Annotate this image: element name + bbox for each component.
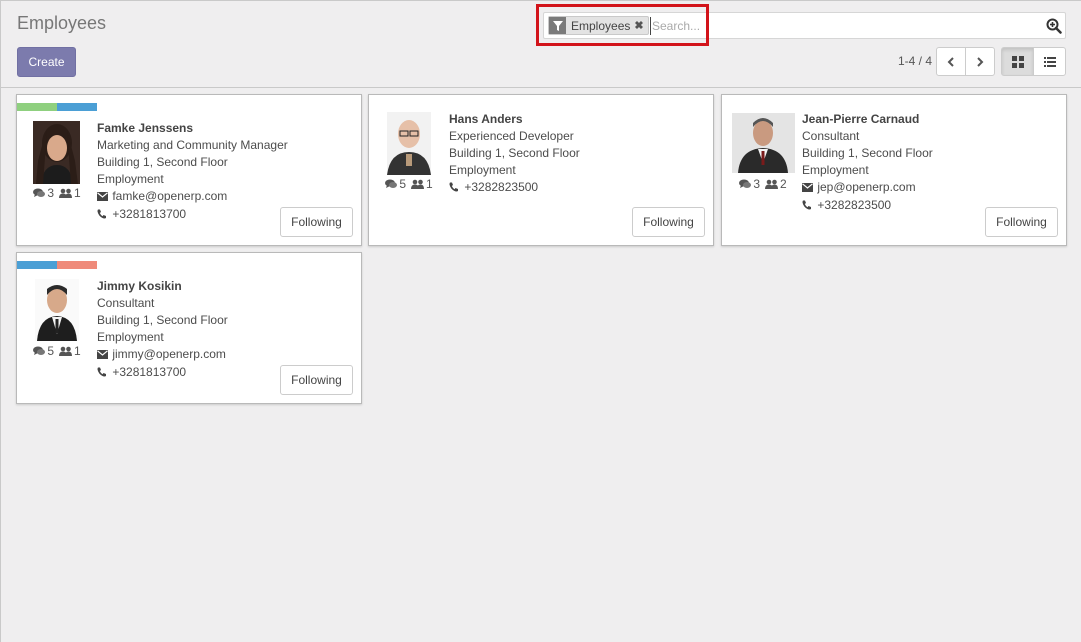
tag-list (17, 261, 97, 269)
users-icon (765, 179, 778, 189)
employee-card[interactable]: 5 1 Hans Anders Experienced Developer Bu… (368, 94, 714, 246)
employee-job: Consultant (97, 296, 155, 310)
employee-info: Jimmy Kosikin Consultant Building 1, Sec… (97, 278, 228, 382)
employee-email[interactable]: jep@openerp.com (817, 180, 915, 194)
employee-phone-row: +3282823500 (802, 197, 933, 215)
pager-value: 1-4 / 4 (898, 54, 933, 68)
users-icon (59, 346, 72, 356)
employee-phone-row: +3282823500 (449, 179, 580, 197)
employee-info: Jean-Pierre Carnaud Consultant Building … (802, 111, 933, 215)
phone-icon (97, 207, 109, 224)
message-count: 3 (47, 186, 54, 200)
pager-previous-button[interactable] (936, 47, 966, 76)
employee-location: Building 1, Second Floor (97, 313, 228, 327)
employee-info: Hans Anders Experienced Developer Buildi… (449, 111, 580, 197)
employee-card[interactable]: 3 2 Jean-Pierre Carnaud Consultant Build… (721, 94, 1067, 246)
employee-job: Consultant (802, 129, 860, 143)
users-icon (59, 188, 72, 198)
following-button[interactable]: Following (280, 207, 353, 237)
grid-icon (1011, 55, 1024, 68)
users-icon (411, 179, 424, 189)
comments-icon (385, 179, 398, 188)
chevron-left-icon (947, 56, 954, 67)
kanban-view-button[interactable] (1001, 47, 1034, 76)
employee-info: Famke Jenssens Marketing and Community M… (97, 120, 288, 224)
tag-color-blue[interactable] (17, 261, 57, 269)
employee-phone-row: +3281813700 (97, 206, 288, 224)
phone-icon (802, 198, 814, 215)
control-panel: Employees Create Employees ✖ 1-4 / 4 (1, 1, 1081, 88)
employee-location: Building 1, Second Floor (97, 155, 228, 169)
list-view-button[interactable] (1033, 47, 1066, 76)
employee-name[interactable]: Famke Jenssens (97, 120, 288, 137)
comments-icon (33, 188, 46, 197)
envelope-icon (97, 189, 109, 206)
tag-color-red[interactable] (57, 261, 97, 269)
employee-email-row: jep@openerp.com (802, 179, 933, 197)
employee-phone: +3281813700 (112, 207, 187, 221)
following-button[interactable]: Following (280, 365, 353, 395)
phone-icon (97, 365, 109, 382)
card-stats: 5 1 (25, 344, 89, 358)
follower-count: 1 (426, 177, 433, 191)
avatar (387, 112, 431, 175)
employee-email[interactable]: jimmy@openerp.com (112, 347, 226, 361)
employee-category: Employment (97, 172, 164, 186)
envelope-icon (97, 347, 109, 364)
message-count: 5 (399, 177, 406, 191)
message-count: 3 (753, 177, 760, 191)
message-count: 5 (47, 344, 54, 358)
employee-phone: +3281813700 (112, 365, 187, 379)
avatar (33, 121, 80, 184)
follower-count: 2 (780, 177, 787, 191)
employee-phone: +3282823500 (817, 198, 892, 212)
avatar (35, 279, 79, 341)
employee-name[interactable]: Jimmy Kosikin (97, 278, 228, 295)
avatar (732, 113, 795, 173)
follower-count: 1 (74, 186, 81, 200)
employee-phone-row: +3281813700 (97, 364, 228, 382)
card-stats: 3 2 (731, 177, 795, 191)
page-title: Employees (17, 13, 107, 33)
employee-job: Experienced Developer (449, 129, 574, 143)
search-highlight-box (536, 4, 709, 46)
following-button[interactable]: Following (632, 207, 705, 237)
create-button[interactable]: Create (17, 47, 76, 77)
employee-phone: +3282823500 (464, 180, 539, 194)
comments-icon (739, 179, 752, 188)
employee-email-row: famke@openerp.com (97, 188, 288, 206)
search-plus-icon[interactable] (1046, 18, 1062, 34)
follower-count: 1 (74, 344, 81, 358)
employee-category: Employment (802, 163, 869, 177)
employee-card[interactable]: 3 1 Famke Jenssens Marketing and Communi… (16, 94, 362, 246)
employee-location: Building 1, Second Floor (802, 146, 933, 160)
comments-icon (33, 346, 46, 355)
pager-next-button[interactable] (965, 47, 995, 76)
card-stats: 3 1 (25, 186, 89, 200)
employee-location: Building 1, Second Floor (449, 146, 580, 160)
tag-color-green[interactable] (17, 103, 57, 111)
employee-name[interactable]: Hans Anders (449, 111, 580, 128)
chevron-right-icon (977, 56, 984, 67)
tag-color-blue[interactable] (57, 103, 97, 111)
employee-card[interactable]: 5 1 Jimmy Kosikin Consultant Building 1,… (16, 252, 362, 404)
employee-category: Employment (449, 163, 516, 177)
list-icon (1043, 56, 1056, 67)
employee-email-row: jimmy@openerp.com (97, 346, 228, 364)
employee-email[interactable]: famke@openerp.com (112, 189, 227, 203)
tag-list (17, 103, 97, 111)
envelope-icon (802, 180, 814, 197)
phone-icon (449, 180, 461, 197)
employee-category: Employment (97, 330, 164, 344)
following-button[interactable]: Following (985, 207, 1058, 237)
employee-name[interactable]: Jean-Pierre Carnaud (802, 111, 933, 128)
card-stats: 5 1 (377, 177, 441, 191)
employee-job: Marketing and Community Manager (97, 138, 288, 152)
